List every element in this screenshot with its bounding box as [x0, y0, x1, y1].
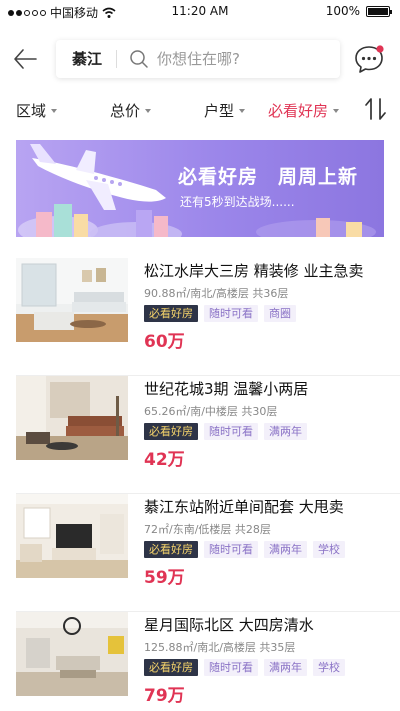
tag-badge: 商圈	[264, 305, 296, 322]
tag-badge: 必看好房	[144, 659, 198, 676]
listing-meta: 72㎡/东南/低楼层 共28层	[144, 523, 271, 536]
sort-arrows-icon[interactable]	[364, 96, 388, 122]
banner-subtitle: 还有5秒到达战场......	[180, 195, 295, 209]
tag-badge: 满两年	[264, 541, 307, 558]
filter-label: 户型	[204, 102, 235, 120]
listing-photo	[16, 612, 128, 696]
arrow-left-icon[interactable]	[12, 46, 38, 72]
battery-icon	[366, 5, 392, 17]
filter-layout[interactable]: 户型	[204, 100, 246, 121]
tag-badge: 学校	[313, 541, 345, 558]
status-bar: 中国移动 11:20 AM 100%	[0, 0, 400, 22]
tag-badge: 满两年	[264, 423, 307, 440]
tag-badge: 学校	[313, 659, 345, 676]
tag-badge: 随时可看	[204, 659, 258, 676]
listing-photo	[16, 376, 128, 460]
tag-badge: 满两年	[264, 659, 307, 676]
search-bar[interactable]: 綦江	[56, 40, 340, 78]
tag-badge: 必看好房	[144, 423, 198, 440]
listing-title: 松江水岸大三房 精装修 业主急卖	[144, 262, 364, 280]
promo-banner[interactable]: 必看好房 周周上新 还有5秒到达战场......	[16, 140, 384, 237]
listing-price: 60万	[144, 332, 185, 352]
filter-district[interactable]: 区域	[16, 100, 58, 121]
search-input[interactable]	[157, 50, 328, 68]
listing-tags: 必看好房 随时可看 满两年	[144, 423, 307, 440]
listing-card[interactable]: 松江水岸大三房 精装修 业主急卖 90.88㎡/南北/高楼层 共36层 必看好房…	[0, 258, 400, 376]
tag-badge: 随时可看	[204, 541, 258, 558]
tag-badge: 随时可看	[204, 305, 258, 322]
filter-must-see[interactable]: 必看好房	[268, 100, 340, 121]
listing-photo	[16, 494, 128, 578]
listing-price: 42万	[144, 450, 185, 470]
battery-level-fill	[368, 7, 388, 15]
filter-bar: 区域 总价 户型 必看好房	[0, 96, 400, 124]
filter-label: 总价	[110, 102, 141, 120]
listing-title: 綦江东站附近单间配套 大甩卖	[144, 498, 344, 516]
caret-down-icon	[239, 108, 246, 113]
status-right: 100%	[325, 4, 392, 18]
tag-badge: 必看好房	[144, 305, 198, 322]
search-icon	[130, 50, 148, 68]
caret-down-icon	[145, 108, 152, 113]
filter-total-price[interactable]: 总价	[110, 100, 152, 121]
listing-meta: 65.26㎡/南/中楼层 共30层	[144, 405, 278, 418]
unread-dot-icon	[376, 45, 384, 53]
listing-photo	[16, 258, 128, 342]
chat-bubble-icon[interactable]	[352, 42, 386, 76]
city-selector[interactable]: 綦江	[56, 50, 118, 68]
listing-price: 59万	[144, 568, 185, 588]
filter-label: 区域	[16, 102, 47, 120]
listing-card[interactable]: 星月国际北区 大四房清水 125.88㎡/南北/高楼层 共35层 必看好房 随时…	[0, 612, 400, 711]
caret-down-icon	[51, 108, 58, 113]
search-header: 綦江	[0, 32, 400, 86]
listing-card[interactable]: 世纪花城3期 温馨小两居 65.26㎡/南/中楼层 共30层 必看好房 随时可看…	[0, 376, 400, 494]
listing-title: 世纪花城3期 温馨小两居	[144, 380, 309, 398]
caret-down-icon	[333, 108, 340, 113]
listing-meta: 125.88㎡/南北/高楼层 共35层	[144, 641, 296, 654]
banner-title: 必看好房 周周上新	[178, 166, 359, 188]
listing-card[interactable]: 綦江东站附近单间配套 大甩卖 72㎡/东南/低楼层 共28层 必看好房 随时可看…	[0, 494, 400, 612]
listing-tags: 必看好房 随时可看 满两年 学校	[144, 541, 345, 558]
filter-label: 必看好房	[268, 102, 329, 120]
listing-tags: 必看好房 随时可看 商圈	[144, 305, 296, 322]
listing-price: 79万	[144, 686, 185, 706]
tag-badge: 随时可看	[204, 423, 258, 440]
listing-meta: 90.88㎡/南北/高楼层 共36层	[144, 287, 289, 300]
tag-badge: 必看好房	[144, 541, 198, 558]
battery-percent: 100%	[325, 4, 360, 18]
listing-title: 星月国际北区 大四房清水	[144, 616, 314, 634]
listing-tags: 必看好房 随时可看 满两年 学校	[144, 659, 345, 676]
